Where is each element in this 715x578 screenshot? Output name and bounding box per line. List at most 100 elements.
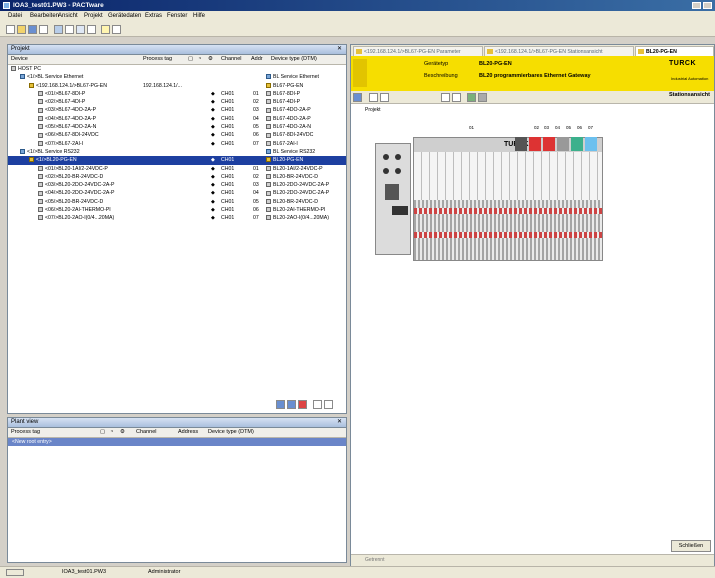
tree-root[interactable]: HOST PC xyxy=(8,65,346,73)
dtm-icon xyxy=(266,165,271,171)
gateway-module[interactable] xyxy=(375,143,411,255)
device-icon xyxy=(38,140,43,146)
address: 05 xyxy=(253,124,259,131)
tree-icon[interactable] xyxy=(287,400,296,409)
menu-edit[interactable]: Bearbeiten xyxy=(30,11,59,22)
minimize-button[interactable] xyxy=(692,2,701,9)
tree-row[interactable]: <07/>BL67-2AI-I ◆ CH01 07 BL67-2AI-I xyxy=(8,140,346,148)
unlink-icon[interactable] xyxy=(324,400,333,409)
col-plant-tag[interactable]: Process tag xyxy=(11,428,40,437)
open-icon[interactable] xyxy=(17,25,26,34)
col-device-type[interactable]: Device type (DTM) xyxy=(271,55,317,64)
module-02[interactable] xyxy=(529,137,541,151)
project-icon[interactable] xyxy=(101,25,110,34)
computer-icon xyxy=(11,66,16,72)
plant-new-entry[interactable]: <New root entry> xyxy=(12,438,52,446)
menu-window[interactable]: Fenster xyxy=(167,11,187,22)
menu-file[interactable]: Datei xyxy=(8,11,22,22)
module-06[interactable] xyxy=(585,137,597,151)
device-icon xyxy=(29,82,34,88)
station-view-label: Stationsansicht xyxy=(669,92,710,98)
col-icon-b[interactable]: ◔ xyxy=(198,55,201,64)
menu-help[interactable]: Hilfe xyxy=(193,11,205,22)
list-icon[interactable] xyxy=(276,400,285,409)
col-channel[interactable]: Channel xyxy=(221,55,242,64)
col-icon-c[interactable]: ⚙ xyxy=(208,55,213,64)
tree-row[interactable]: <03/>BL20-2DO-24VDC-2A-P ◆ CH01 03 BL20-2DO-… xyxy=(8,181,346,189)
device-name: <03/>BL67-4DO-2A-P xyxy=(45,107,97,114)
device-type-value: BL20-PG-EN xyxy=(479,61,512,67)
col-process-tag[interactable]: Process tag xyxy=(143,55,172,64)
close-view-button[interactable]: Schließen xyxy=(671,540,711,552)
module-03[interactable] xyxy=(543,137,555,151)
tree-row[interactable]: <03/>BL67-4DO-2A-P ◆ CH01 03 BL67-4DO-2A-P xyxy=(8,106,346,114)
menu-extras[interactable]: Extras xyxy=(145,11,162,22)
col-plant-channel[interactable]: Channel xyxy=(136,428,157,437)
tree-row[interactable]: <05/>BL20-BR-24VDC-D ◆ CH01 05 BL20-BR-24VDC… xyxy=(8,198,346,206)
add-module-icon[interactable] xyxy=(441,93,450,102)
panel-close-icon[interactable]: ✕ xyxy=(337,45,342,54)
module-05[interactable] xyxy=(571,137,583,151)
address: 07 xyxy=(253,140,259,147)
device-name: <05/>BL20-BR-24VDC-D xyxy=(45,198,104,205)
col-addr[interactable]: Addr xyxy=(251,55,263,64)
tree-row[interactable]: <04/>BL67-4DO-2A-P ◆ CH01 04 BL67-4DO-2A-P xyxy=(8,115,346,123)
col-plant-icon-c[interactable]: ⚙ xyxy=(120,428,125,437)
device-type: BL20-2AI-THERMO-PI xyxy=(273,207,326,214)
tab-bl67-station[interactable]: <192.168.124.1/>BL67-PG-EN Stationsansic… xyxy=(484,46,634,56)
station-view-icon[interactable] xyxy=(353,93,362,102)
tree-row[interactable]: <05/>BL67-4DO-2A-N ◆ CH01 05 BL67-4DO-2A-N xyxy=(8,123,346,131)
plant-icon[interactable] xyxy=(112,25,121,34)
link-icon[interactable] xyxy=(313,400,322,409)
channel: CH01 xyxy=(221,132,235,139)
tree-row[interactable]: <07/>BL20-2AO-I(0/4...20MA) ◆ CH01 07 BL20-2… xyxy=(8,214,346,222)
plant-close-icon[interactable]: ✕ xyxy=(337,418,342,427)
plant-view-title: Plant view xyxy=(11,419,39,425)
cursor-icon[interactable] xyxy=(380,93,389,102)
stop-icon[interactable] xyxy=(298,400,307,409)
menu-project[interactable]: Projekt xyxy=(84,11,103,22)
tree-row[interactable]: <06/>BL20-2AI-THERMO-PI ◆ CH01 06 BL20-2AI-T… xyxy=(8,206,346,214)
col-plant-address[interactable]: Address xyxy=(178,428,198,437)
tree-row[interactable]: <192.168.124.1/>BL67-PG-EN 192.168.124.1/… xyxy=(8,82,346,90)
remove-module-icon[interactable] xyxy=(452,93,461,102)
tab-bl20[interactable]: BL20-PG-EN xyxy=(635,46,714,56)
tree-row[interactable]: <06/>BL67-8DI-24VDC ◆ CH01 06 BL67-8DI-24VDC xyxy=(8,131,346,139)
download-icon[interactable] xyxy=(87,25,96,34)
tree-row[interactable]: <04/>BL20-2DO-24VDC-2A-P ◆ CH01 04 BL20-2DO-… xyxy=(8,189,346,197)
upload-icon[interactable] xyxy=(76,25,85,34)
menu-device-data[interactable]: Gerätedaten xyxy=(108,11,141,22)
grid-icon[interactable] xyxy=(478,93,487,102)
close-button[interactable] xyxy=(703,2,712,9)
link-status-icon: ◆ xyxy=(211,173,215,180)
col-device[interactable]: Device xyxy=(11,55,28,64)
save-icon[interactable] xyxy=(28,25,37,34)
tree-row[interactable]: <1/>BL Service Ethernet BL Service Ethern… xyxy=(8,73,346,81)
new-icon[interactable] xyxy=(6,25,15,34)
tree-row[interactable]: <1/>BL Service RS232 BL Service RS232 xyxy=(8,148,346,156)
device-type: BL67-4DI-P xyxy=(273,99,301,106)
plant-new-entry-row[interactable]: <New root entry> xyxy=(8,438,346,447)
connect-icon[interactable] xyxy=(54,25,63,34)
col-plant-type[interactable]: Device type (DTM) xyxy=(208,428,254,437)
link-status-icon: ◆ xyxy=(211,157,215,164)
device-type: BL Service Ethernet xyxy=(273,74,319,81)
arrow-icon[interactable] xyxy=(369,93,378,102)
tree-row[interactable]: <02/>BL20-BR-24VDC-D ◆ CH01 02 BL20-BR-24VDC… xyxy=(8,173,346,181)
col-plant-icon-a[interactable]: ▢ xyxy=(100,428,105,437)
tree-row[interactable]: <1/>BL20-PG-EN ◆ CH01 BL20-PG-EN xyxy=(8,156,346,165)
menu-view[interactable]: Ansicht xyxy=(58,11,78,22)
tree-row[interactable]: <01/>BL20-1AI/2-24VDC-P ◆ CH01 01 BL20-1AI/2… xyxy=(8,165,346,173)
tree-row[interactable]: <02/>BL67-4DI-P ◆ CH01 02 BL67-4DI-P xyxy=(8,98,346,106)
module-01[interactable] xyxy=(515,137,527,151)
tree-row[interactable]: <01/>BL67-8DI-P ◆ CH01 01 BL67-8DI-P xyxy=(8,90,346,98)
col-icon-a[interactable]: ▢ xyxy=(188,55,193,64)
tab-bl67-parameter[interactable]: <192.168.124.1/>BL67-PG-EN Parameter xyxy=(353,46,483,56)
device-name: <05/>BL67-4DO-2A-N xyxy=(45,124,97,131)
col-plant-icon-b[interactable]: ◔ xyxy=(110,428,113,437)
print-icon[interactable] xyxy=(39,25,48,34)
disconnect-icon[interactable] xyxy=(65,25,74,34)
online-icon[interactable] xyxy=(467,93,476,102)
tab-bl67-parameter-label: <192.168.124.1/>BL67-PG-EN Parameter xyxy=(364,49,461,55)
module-04[interactable] xyxy=(557,137,569,151)
